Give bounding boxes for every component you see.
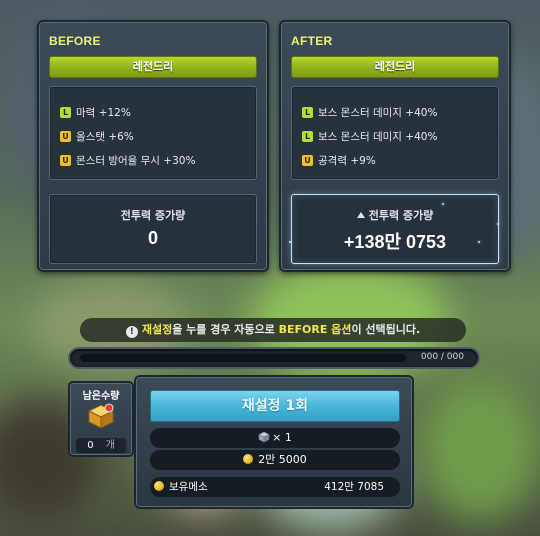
option-text: 보스 몬스터 데미지 +40% xyxy=(318,106,438,119)
action-panel: 재설정 1회 × 1 2만 5000 보유메소 412만 7085 xyxy=(134,375,414,509)
option-text: 몬스터 방어율 무시 +30% xyxy=(76,154,196,167)
before-cp-label: 전투력 증가량 xyxy=(120,209,186,222)
cube-icon xyxy=(87,403,115,429)
owned-meso-row: 보유메소 412만 7085 xyxy=(150,477,400,497)
remaining-count: 0 xyxy=(87,440,94,451)
after-grade-bar: 레전드리 xyxy=(291,56,499,78)
option-text: 올스탯 +6% xyxy=(76,130,134,143)
sparkle-icon xyxy=(289,241,291,243)
reset-button[interactable]: 재설정 1회 xyxy=(150,390,400,422)
before-cp-value: 0 xyxy=(147,228,158,248)
option-text: 보스 몬스터 데미지 +40% xyxy=(318,130,438,143)
cube-cost-row: × 1 xyxy=(150,428,400,448)
after-cp-value: +138만 0753 xyxy=(343,232,447,252)
option-text: 공격력 +9% xyxy=(318,154,376,167)
notice-banner: ! 재설정을 누를 경우 자동으로 BEFORE 옵션이 선택됩니다. xyxy=(80,318,466,342)
notice-text-1: 을 누를 경우 자동으로 xyxy=(172,323,279,336)
after-cp-label: 전투력 증가량 xyxy=(368,209,434,222)
meso-coin-icon xyxy=(154,481,164,491)
after-panel: AFTER 레전드리 L 보스 몬스터 데미지 +40% L 보스 몬스터 데미… xyxy=(279,20,511,272)
sparkle-icon xyxy=(497,223,499,225)
remaining-label: 남은수량 xyxy=(82,391,120,402)
remaining-unit: 개 xyxy=(105,440,115,451)
progress-track xyxy=(80,354,406,362)
owned-meso-value: 412만 7085 xyxy=(324,481,384,493)
info-icon: ! xyxy=(125,326,138,338)
sparkle-icon xyxy=(442,203,444,205)
before-panel: BEFORE 레전드리 L 마력 +12% U 올스탯 +6% U 몬스터 방어… xyxy=(37,20,269,272)
before-option-2: U 올스탯 +6% xyxy=(60,128,134,144)
notice-highlight-before: BEFORE 옵션 xyxy=(278,323,352,336)
cube-cost: × 1 xyxy=(272,431,292,444)
after-title: AFTER xyxy=(291,34,333,48)
after-option-2: L 보스 몬스터 데미지 +40% xyxy=(302,128,437,144)
progress-bar: 000 / 000 xyxy=(68,347,480,369)
unique-grade-icon: U xyxy=(302,154,313,166)
notice-highlight-reset: 재설정 xyxy=(141,323,173,336)
legendary-grade-icon: L xyxy=(60,106,71,118)
increase-arrow-icon xyxy=(356,212,365,218)
meso-cost-row: 2만 5000 xyxy=(150,450,400,470)
meso-coin-icon xyxy=(243,454,254,464)
after-option-1: L 보스 몬스터 데미지 +40% xyxy=(302,104,437,120)
before-options: L 마력 +12% U 올스탯 +6% U 몬스터 방어율 무시 +30% xyxy=(49,86,257,180)
before-cp-box: 전투력 증가량 0 xyxy=(49,194,257,264)
notice-text-2: 이 선택됩니다. xyxy=(351,323,421,336)
unique-grade-icon: U xyxy=(60,154,71,166)
remaining-panel: 남은수량 0 개 xyxy=(68,381,134,457)
unique-grade-icon: U xyxy=(60,130,71,142)
cube-icon xyxy=(258,431,270,443)
before-option-3: U 몬스터 방어율 무시 +30% xyxy=(60,152,195,168)
legendary-grade-icon: L xyxy=(302,130,313,142)
before-option-1: L 마력 +12% xyxy=(60,104,131,120)
owned-meso-label: 보유메소 xyxy=(169,481,208,493)
after-option-3: U 공격력 +9% xyxy=(302,152,376,168)
progress-label: 000 / 000 xyxy=(420,352,464,362)
owned-meso-label-wrap: 보유메소 xyxy=(154,477,208,497)
after-cp-box: 전투력 증가량 +138만 0753 xyxy=(289,194,499,264)
after-options: L 보스 몬스터 데미지 +40% L 보스 몬스터 데미지 +40% U 공격… xyxy=(291,86,499,180)
meso-cost: 2만 5000 xyxy=(258,453,307,466)
remaining-count-box: 0 개 xyxy=(76,438,126,453)
before-title: BEFORE xyxy=(49,34,101,48)
legendary-grade-icon: L xyxy=(302,106,313,118)
after-cp-label-row: 전투력 증가량 xyxy=(292,207,498,223)
before-grade-bar: 레전드리 xyxy=(49,56,257,78)
option-text: 마력 +12% xyxy=(76,106,131,119)
